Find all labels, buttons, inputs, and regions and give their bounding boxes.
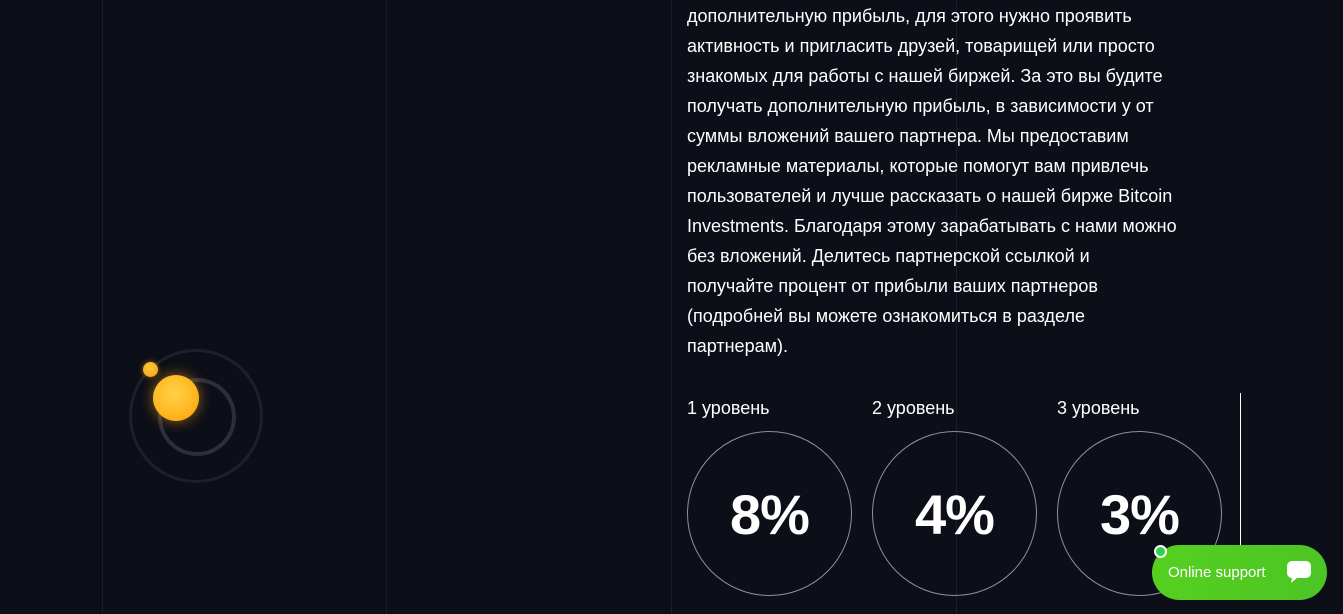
grid-line [671, 0, 672, 614]
chat-bubble-icon [1287, 561, 1311, 583]
online-support-label: Online support [1168, 564, 1266, 581]
sun-large [153, 375, 199, 421]
level-percent: 4% [915, 483, 995, 546]
online-support-button[interactable]: Online support [1152, 545, 1327, 600]
level-label: 3 уровень [1057, 398, 1140, 418]
sun-small [143, 362, 158, 377]
referral-level-3: 3 уровень 3% [1057, 393, 1227, 596]
orbit-sun-illustration [122, 342, 270, 490]
level-percent-circle: 4% [872, 431, 1037, 596]
grid-line [386, 0, 387, 614]
partner-program-description: дополнительную прибыль, для этого нужно … [687, 6, 1177, 356]
level-label: 1 уровень [687, 398, 770, 418]
level-percent: 3% [1100, 483, 1180, 546]
level-percent-circle: 8% [687, 431, 852, 596]
referral-level-1: 1 уровень 8% [687, 393, 857, 596]
referral-level-2: 2 уровень 4% [872, 393, 1042, 596]
level-percent: 8% [730, 483, 810, 546]
grid-line [102, 0, 103, 614]
divider [1240, 393, 1241, 553]
level-label: 2 уровень [872, 398, 955, 418]
online-status-dot [1154, 545, 1167, 558]
